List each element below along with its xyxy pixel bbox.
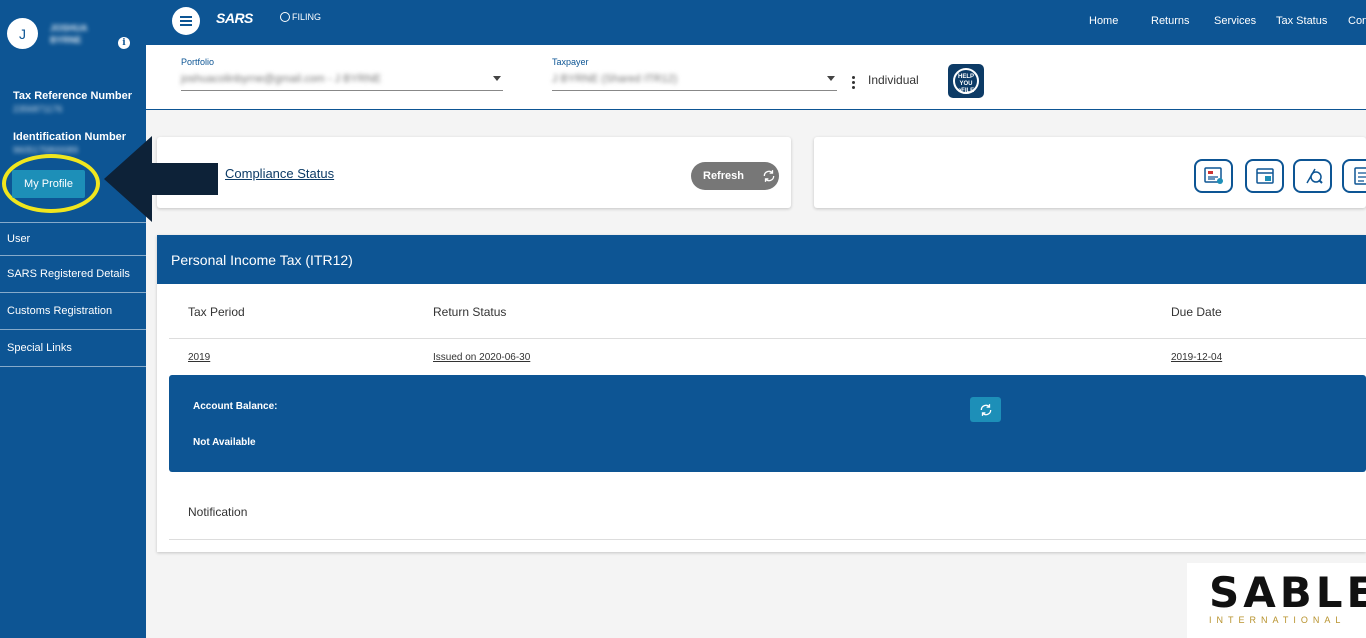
- portfolio-underline: [181, 90, 503, 91]
- efiling-text: FILING: [292, 12, 322, 22]
- column-header-due-date: Due Date: [1171, 305, 1222, 319]
- nav-returns[interactable]: Returns: [1151, 15, 1190, 27]
- compliance-status-link[interactable]: Compliance Status: [225, 166, 334, 181]
- account-balance-label: Account Balance:: [193, 401, 278, 412]
- chevron-down-icon[interactable]: [493, 76, 501, 81]
- sidebar-item-user[interactable]: User: [0, 223, 146, 256]
- help-you-efile-badge: HELP YOU eFILE: [953, 68, 979, 94]
- column-header-return-status: Return Status: [433, 305, 507, 319]
- sable-logo-subtext: INTERNATIONAL: [1209, 615, 1346, 625]
- portfolio-select[interactable]: joshuacolinbyrne@gmail.com - J BYRNE: [181, 73, 381, 85]
- nav-contact[interactable]: Con: [1348, 15, 1366, 27]
- sidebar: J JOSHUA BYRNE i Tax Reference Number 23…: [0, 0, 146, 638]
- taxpayer-type: Individual: [868, 73, 919, 87]
- sable-international-watermark: SABLE INTERNATIONAL: [1187, 563, 1366, 638]
- return-status-link[interactable]: Issued on 2020-06-30: [433, 352, 530, 363]
- efiling-logo: FILING: [280, 12, 321, 22]
- tax-ref-label: Tax Reference Number: [13, 90, 133, 102]
- portfolio-label: Portfolio: [181, 57, 215, 67]
- avatar[interactable]: J: [7, 18, 38, 49]
- top-navigation-bar: SARS FILING Home Returns Services Tax St…: [146, 0, 1366, 45]
- nav-tax-status[interactable]: Tax Status: [1276, 15, 1327, 27]
- account-balance-panel: Account Balance: Not Available: [169, 375, 1366, 472]
- itr12-header: Personal Income Tax (ITR12): [157, 235, 1366, 284]
- due-date-link[interactable]: 2019-12-04: [1171, 352, 1222, 363]
- annotation-arrow: [104, 136, 218, 222]
- efiling-e-icon: [280, 12, 290, 22]
- refresh-button[interactable]: Refresh: [691, 162, 779, 190]
- refresh-icon: [763, 170, 775, 182]
- hamburger-menu-icon[interactable]: [172, 7, 200, 35]
- my-profile-button[interactable]: My Profile: [12, 170, 85, 198]
- sidebar-menu: User SARS Registered Details Customs Reg…: [0, 222, 146, 367]
- checklist-icon[interactable]: [1342, 159, 1366, 193]
- help-you-efile-button[interactable]: HELP YOU eFILE: [948, 64, 984, 98]
- itr12-card: Personal Income Tax (ITR12) Tax Period R…: [157, 235, 1366, 552]
- account-balance-value: Not Available: [193, 437, 256, 448]
- user-name: JOSHUA BYRNE: [50, 23, 88, 45]
- portfolio-selector-row: Portfolio joshuacolinbyrne@gmail.com - J…: [146, 45, 1366, 110]
- sidebar-item-special-links[interactable]: Special Links: [0, 330, 146, 367]
- sidebar-item-sars-registered-details[interactable]: SARS Registered Details: [0, 256, 146, 293]
- calendar-icon[interactable]: [1245, 159, 1284, 193]
- info-icon[interactable]: i: [118, 37, 130, 49]
- tax-ref-value: 2356871176: [13, 104, 63, 114]
- search-document-icon[interactable]: [1293, 159, 1332, 193]
- sable-logo-text: SABLE: [1209, 568, 1366, 617]
- nav-services[interactable]: Services: [1214, 15, 1256, 27]
- table-divider: [169, 338, 1366, 339]
- sidebar-item-customs-registration[interactable]: Customs Registration: [0, 293, 146, 330]
- tax-period-link[interactable]: 2019: [188, 352, 210, 363]
- taxpayer-select[interactable]: J BYRNE (Shared ITR12): [552, 73, 677, 85]
- column-header-tax-period: Tax Period: [188, 305, 245, 319]
- more-options-icon[interactable]: [852, 74, 855, 91]
- quick-links-card: [814, 137, 1366, 208]
- refresh-icon: [980, 403, 991, 416]
- balance-refresh-button[interactable]: [970, 397, 1001, 422]
- notification-label: Notification: [188, 505, 248, 519]
- document-form-icon[interactable]: [1194, 159, 1233, 193]
- taxpayer-underline: [552, 90, 837, 91]
- chevron-down-icon[interactable]: [827, 76, 835, 81]
- nav-home[interactable]: Home: [1089, 15, 1118, 27]
- compliance-status-card: Compliance Status Refresh: [157, 137, 791, 208]
- sars-logo[interactable]: SARS: [216, 10, 253, 26]
- refresh-label: Refresh: [703, 170, 744, 182]
- notification-divider: [169, 539, 1366, 540]
- taxpayer-label: Taxpayer: [552, 57, 589, 67]
